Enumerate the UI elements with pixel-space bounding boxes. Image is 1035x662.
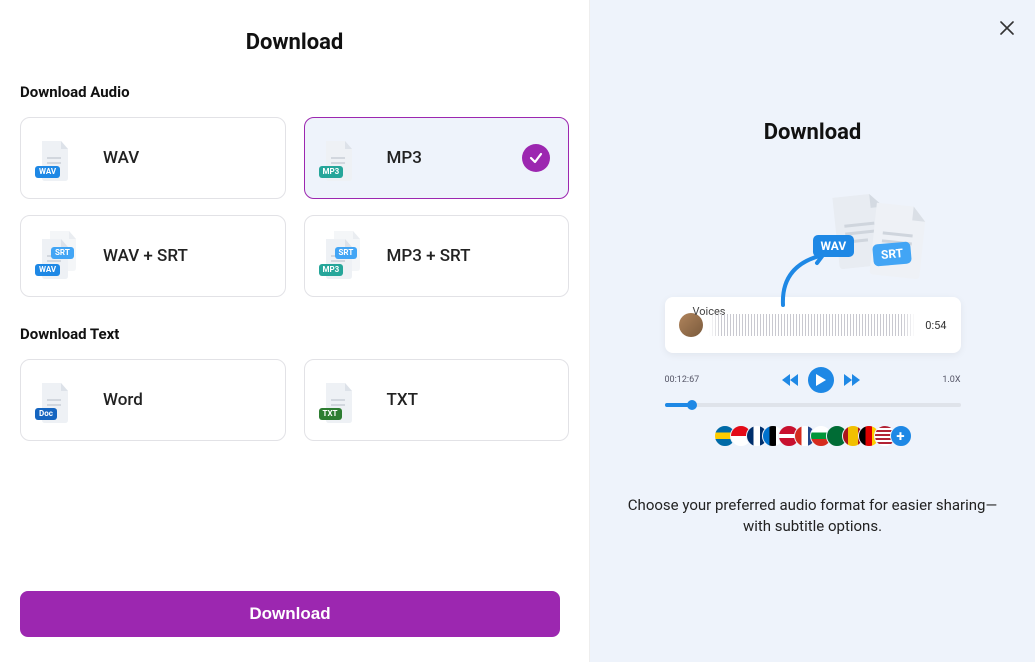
option-label: MP3 + SRT	[387, 246, 471, 266]
language-flags: +	[714, 425, 912, 447]
close-icon	[1000, 21, 1014, 35]
selected-check-icon	[522, 144, 550, 172]
text-options-grid: Doc Word TXT TXT	[20, 359, 569, 441]
player-time: 00:12:67	[665, 375, 700, 385]
file-icon: WAV	[39, 137, 81, 179]
option-text-word[interactable]: Doc Word	[20, 359, 286, 441]
wav-badge: WAV	[813, 235, 855, 257]
option-label: WAV	[103, 148, 139, 168]
option-audio-mp3-srt[interactable]: MP3SRT MP3 + SRT	[304, 215, 570, 297]
play-icon	[816, 374, 826, 386]
file-icon: MP3SRT	[323, 235, 365, 277]
waveform	[709, 314, 916, 336]
player-speed: 1.0X	[942, 375, 960, 385]
option-text-txt[interactable]: TXT TXT	[304, 359, 570, 441]
option-audio-wav[interactable]: WAV WAV	[20, 117, 286, 199]
option-audio-wav-srt[interactable]: WAVSRT WAV + SRT	[20, 215, 286, 297]
file-icon: Doc	[39, 379, 81, 421]
option-label: TXT	[387, 390, 418, 410]
close-button[interactable]	[997, 18, 1017, 38]
file-icon: WAVSRT	[39, 235, 81, 277]
option-label: Word	[103, 390, 143, 410]
preview-illustration: WAV SRT Voices 0:54 00:12:67 1.0X	[653, 195, 973, 447]
file-icon: TXT	[323, 379, 365, 421]
player-controls-row: 00:12:67 1.0X	[665, 367, 961, 393]
download-audio-label: Download Audio	[20, 83, 569, 101]
forward-icon[interactable]	[844, 374, 860, 386]
page-title: Download	[20, 30, 569, 55]
option-audio-mp3[interactable]: MP3 MP3	[304, 117, 570, 199]
download-text-label: Download Text	[20, 325, 569, 343]
audio-options-grid: WAV WAV MP3 MP3 WAVSRT WAV + SRT MP3SRT …	[20, 117, 569, 297]
file-icon: MP3	[323, 137, 365, 179]
play-button[interactable]	[808, 367, 834, 393]
progress-bar[interactable]	[665, 403, 961, 407]
description-text: Choose your preferred audio format for e…	[618, 495, 1008, 537]
voice-duration: 0:54	[925, 319, 946, 332]
srt-badge: SRT	[872, 241, 912, 266]
option-label: MP3	[387, 148, 422, 168]
voice-preview-card: Voices 0:54	[665, 297, 961, 353]
download-button[interactable]: Download	[20, 591, 560, 637]
rewind-icon[interactable]	[782, 374, 798, 386]
more-languages-button[interactable]: +	[890, 425, 912, 447]
option-label: WAV + SRT	[103, 246, 188, 266]
right-panel-title: Download	[764, 120, 862, 145]
